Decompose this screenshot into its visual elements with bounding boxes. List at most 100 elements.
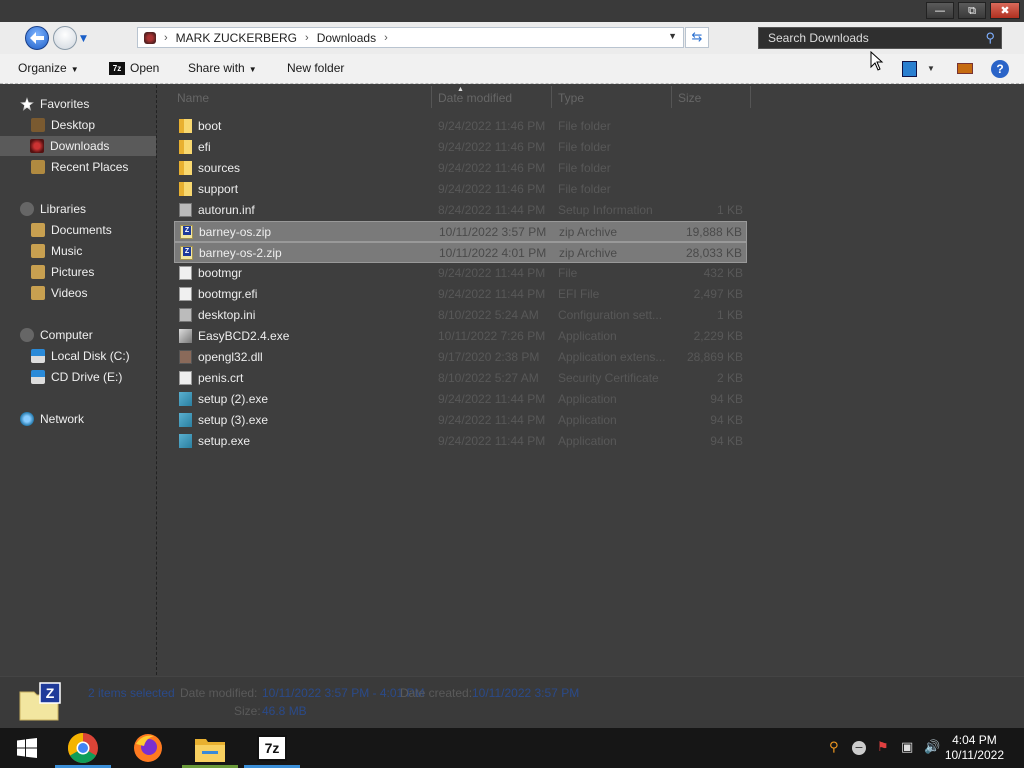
file-size: 1 KB xyxy=(716,308,743,322)
action-center-flag-icon[interactable]: ⚑ xyxy=(877,740,889,755)
open-button[interactable]: 7z Open xyxy=(109,61,159,75)
organize-button[interactable]: Organize ▼ xyxy=(18,61,79,75)
nav-label: Desktop xyxy=(51,118,96,132)
share-with-button[interactable]: Share with ▼ xyxy=(188,61,257,75)
nav-computer[interactable]: Computer xyxy=(20,325,93,345)
search-placeholder: Search Downloads xyxy=(768,31,869,45)
file-row[interactable]: Zbarney-os.zip 10/11/2022 3:57 PM zip Arch… xyxy=(174,221,747,242)
nav-documents[interactable]: Documents xyxy=(31,220,112,240)
view-dropdown-icon[interactable]: ▼ xyxy=(927,64,935,80)
clock-time: 4:04 PM xyxy=(952,733,997,747)
file-size: 94 KB xyxy=(710,413,743,427)
nav-desktop[interactable]: Desktop xyxy=(31,115,95,135)
file-row[interactable]: opengl32.dll 9/17/2020 2:38 PM Application… xyxy=(174,347,747,368)
file-row[interactable]: setup (3).exe 9/24/2022 11:44 PM Applicati… xyxy=(174,410,747,431)
help-icon[interactable]: ? xyxy=(991,60,1009,78)
share-with-label: Share with xyxy=(188,61,245,75)
column-divider[interactable] xyxy=(431,86,432,108)
nav-label: Pictures xyxy=(51,265,95,279)
file-explorer-icon xyxy=(195,739,225,762)
file-type: Application extens... xyxy=(558,350,666,364)
column-divider[interactable] xyxy=(671,86,672,108)
clock[interactable]: 4:04 PM 10/11/2022 xyxy=(945,733,1004,763)
network-icon xyxy=(20,412,34,426)
minimize-button[interactable]: — xyxy=(926,2,954,19)
breadcrumb-downloads[interactable]: Downloads xyxy=(317,31,376,45)
file-type: Application xyxy=(558,413,617,427)
file-name: setup.exe xyxy=(198,434,251,448)
chevron-down-icon: ▼ xyxy=(248,65,257,74)
chevron-right-icon[interactable]: › xyxy=(384,32,388,44)
file-row[interactable]: setup (2).exe 9/24/2022 11:44 PM Applicati… xyxy=(174,389,747,410)
nav-recent-places[interactable]: Recent Places xyxy=(31,157,128,177)
file-type: zip Archive xyxy=(559,246,618,260)
file-type: Application xyxy=(558,329,617,343)
nav-network[interactable]: Network xyxy=(20,409,84,429)
breadcrumb-user[interactable]: MARK ZUCKERBERG xyxy=(176,31,297,45)
taskbar-file-explorer[interactable] xyxy=(182,728,238,768)
forward-button[interactable] xyxy=(53,26,77,50)
column-date-header[interactable]: Date modified xyxy=(438,91,512,105)
title-bar: — ⧉ ✖ xyxy=(0,0,1024,22)
recent-pages-dropdown[interactable]: ▼ xyxy=(80,34,87,44)
refresh-button[interactable]: ⇆ xyxy=(685,27,709,48)
address-bar[interactable]: › MARK ZUCKERBERG › Downloads › ▼ xyxy=(137,27,684,48)
column-type-header[interactable]: Type xyxy=(558,91,584,105)
column-name-header[interactable]: Name xyxy=(177,91,209,105)
taskbar-chrome[interactable] xyxy=(55,728,111,768)
search-icon[interactable]: ⚲ xyxy=(985,30,995,46)
close-button[interactable]: ✖ xyxy=(990,2,1020,19)
star-icon xyxy=(20,97,34,111)
nav-local-disk[interactable]: Local Disk (C:) xyxy=(31,346,130,366)
taskbar-firefox[interactable] xyxy=(120,728,176,768)
column-divider[interactable] xyxy=(750,86,751,108)
column-size-header[interactable]: Size xyxy=(678,91,701,105)
file-row[interactable]: support 9/24/2022 11:46 PM File folder xyxy=(174,179,747,200)
file-row[interactable]: autorun.inf 8/24/2022 11:44 PM Setup Infor… xyxy=(174,200,747,221)
address-dropdown-icon[interactable]: ▼ xyxy=(668,31,677,41)
file-type: File folder xyxy=(558,140,611,154)
volume-icon[interactable]: 🔊 xyxy=(924,740,940,755)
file-row[interactable]: desktop.ini 8/10/2022 5:24 AM Configuratio… xyxy=(174,305,747,326)
network-tray-icon[interactable]: ▣ xyxy=(901,740,913,755)
file-name: barney-os-2.zip xyxy=(199,246,282,260)
pictures-icon xyxy=(31,265,45,279)
back-button[interactable] xyxy=(25,26,49,50)
file-row[interactable]: EasyBCD2.4.exe 10/11/2022 7:26 PM Applicat… xyxy=(174,326,747,347)
nav-music[interactable]: Music xyxy=(31,241,82,261)
taskbar: 7z ⚲ − ⚑ ▣ 🔊 4:04 PM 10/11/2022 xyxy=(0,728,1024,768)
column-headers: ▲ Name Date modified Type Size xyxy=(160,86,760,108)
nav-cd-drive[interactable]: CD Drive (E:) xyxy=(31,367,122,387)
nav-pictures[interactable]: Pictures xyxy=(31,262,94,282)
new-folder-button[interactable]: New folder xyxy=(287,61,344,75)
nav-videos[interactable]: Videos xyxy=(31,283,87,303)
file-row[interactable]: bootmgr 9/24/2022 11:44 PM File 432 KB xyxy=(174,263,747,284)
taskbar-7zip[interactable]: 7z xyxy=(244,728,300,768)
documents-icon xyxy=(31,223,45,237)
file-row[interactable]: setup.exe 9/24/2022 11:44 PM Application 94… xyxy=(174,431,747,452)
arrow-left-icon xyxy=(30,32,44,44)
file-row[interactable]: boot 9/24/2022 11:46 PM File folder xyxy=(174,116,747,137)
file-row[interactable]: penis.crt 8/10/2022 5:27 AM Security Certi… xyxy=(174,368,747,389)
file-row[interactable]: bootmgr.efi 9/24/2022 11:44 PM EFI File 2,4… xyxy=(174,284,747,305)
setup-icon xyxy=(179,434,192,448)
start-button[interactable] xyxy=(0,728,56,768)
chrome-icon xyxy=(67,733,98,764)
minus-status-icon[interactable]: − xyxy=(852,741,866,755)
restore-button[interactable]: ⧉ xyxy=(958,2,986,19)
nav-libraries[interactable]: Libraries xyxy=(20,199,86,219)
nav-favorites[interactable]: Favorites xyxy=(20,94,89,114)
nav-label: Downloads xyxy=(50,139,110,153)
file-row[interactable]: sources 9/24/2022 11:46 PM File folder xyxy=(174,158,747,179)
search-tray-icon[interactable]: ⚲ xyxy=(829,740,839,755)
setup-icon xyxy=(179,392,192,406)
column-divider[interactable] xyxy=(551,86,552,108)
cd-drive-icon xyxy=(31,370,45,384)
file-row[interactable]: efi 9/24/2022 11:46 PM File folder xyxy=(174,137,747,158)
file-type: Security Certificate xyxy=(558,371,659,385)
nav-downloads[interactable]: Downloads xyxy=(0,136,156,156)
change-view-icon[interactable] xyxy=(902,61,917,77)
file-row[interactable]: Zbarney-os-2.zip 10/11/2022 4:01 PM zip Ar… xyxy=(174,242,747,263)
search-input[interactable]: Search Downloads ⚲ xyxy=(758,27,1002,49)
preview-pane-icon[interactable] xyxy=(957,63,973,74)
